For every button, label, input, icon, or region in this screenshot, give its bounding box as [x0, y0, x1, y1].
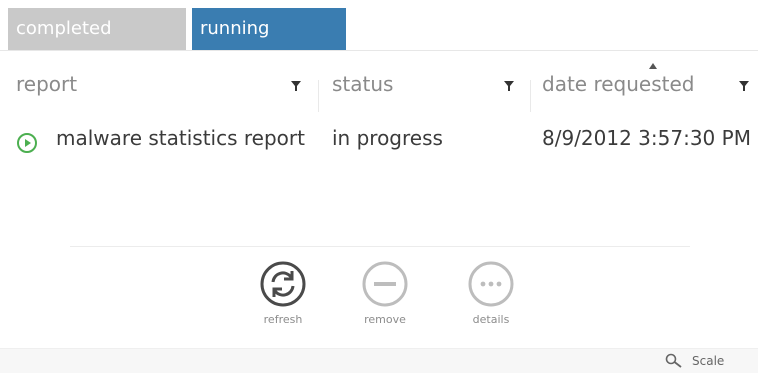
column-separator — [530, 80, 531, 112]
filter-icon-date-requested[interactable] — [738, 80, 750, 92]
cell-status: in progress — [332, 126, 443, 150]
minus-circle-icon — [362, 261, 408, 307]
scale-label: Scale — [692, 354, 725, 368]
scale-button[interactable]: Scale — [665, 352, 724, 370]
refresh-label: refresh — [263, 313, 303, 326]
column-header-status[interactable]: status — [332, 72, 393, 106]
filter-icon-status[interactable] — [503, 80, 515, 92]
column-header-report[interactable]: report — [16, 72, 77, 106]
details-label: details — [472, 313, 510, 326]
filter-icon-report[interactable] — [290, 80, 302, 92]
play-circle-icon — [17, 133, 37, 153]
tab-running-reports[interactable]: running reports — [192, 8, 346, 81]
cell-date-requested: 8/9/2012 3:57:30 PM — [542, 126, 751, 150]
column-separator — [318, 80, 319, 112]
cell-report-name: malware statistics report — [56, 126, 305, 150]
remove-button[interactable]: remove — [345, 260, 425, 340]
magnifier-icon — [665, 353, 682, 368]
refresh-icon — [260, 261, 306, 307]
report-tabs: completed reports running reports — [8, 8, 346, 81]
status-bar — [0, 348, 758, 373]
tab-completed-reports[interactable]: completed reports — [8, 8, 186, 81]
tabs-divider — [0, 50, 758, 51]
column-header-date-requested[interactable]: date requested — [542, 72, 694, 106]
details-button[interactable]: details — [451, 260, 531, 340]
ellipsis-circle-icon — [468, 261, 514, 307]
refresh-button[interactable]: refresh — [243, 260, 323, 340]
actions-divider — [70, 246, 690, 247]
remove-label: remove — [364, 313, 406, 326]
sort-ascending-icon — [649, 63, 657, 69]
